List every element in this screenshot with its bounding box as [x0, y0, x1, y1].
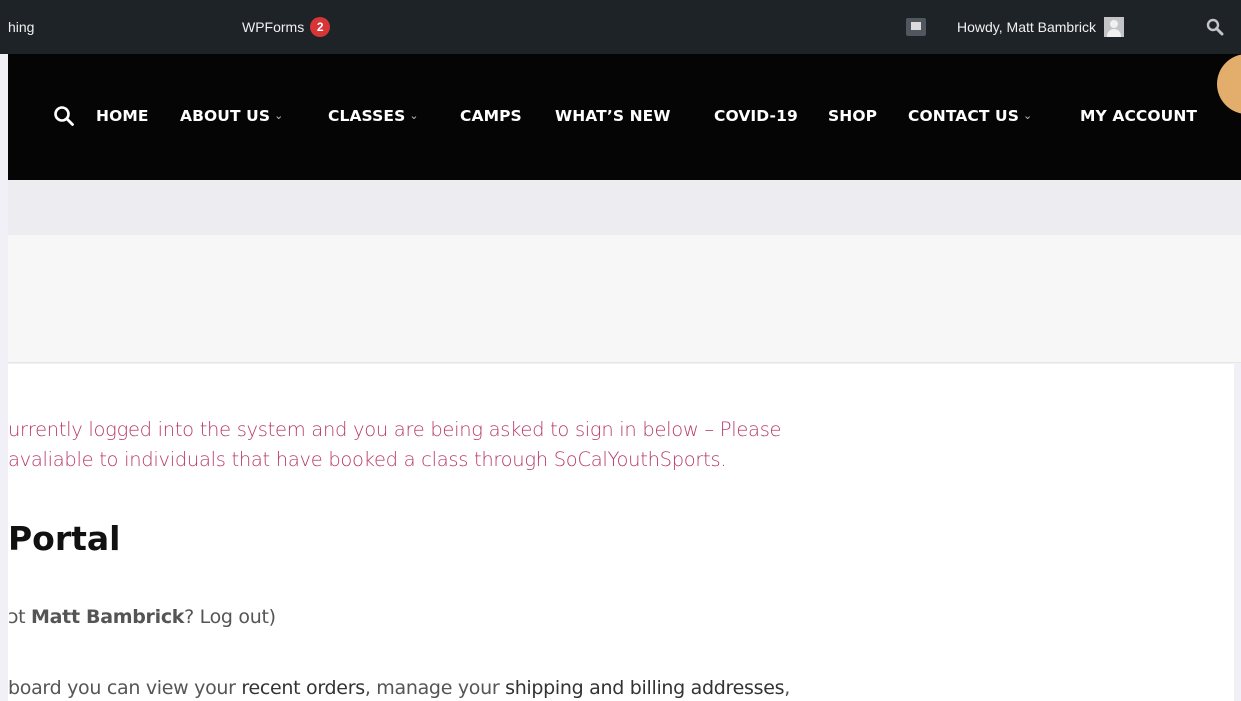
- dashboard-mid: , manage your: [364, 677, 506, 699]
- search-icon: [1206, 18, 1224, 36]
- admin-bar-account[interactable]: Howdy, Matt Bambrick: [957, 0, 1124, 54]
- greeting-suffix: ): [268, 606, 276, 628]
- nav-item-shop[interactable]: SHOP: [828, 106, 877, 126]
- admin-bar-partial-label: hing: [8, 19, 35, 35]
- search-icon[interactable]: [53, 105, 75, 127]
- nav-item-label: SHOP: [828, 107, 878, 125]
- chevron-down-icon: ⌄: [274, 109, 284, 122]
- nav-item-contact-us[interactable]: CONTACT US ⌄: [908, 106, 1032, 126]
- notice-line-1: urrently logged into the system and you …: [8, 418, 782, 441]
- admin-bar-wpforms[interactable]: WPForms 2: [242, 0, 331, 54]
- nav-item-label: WHAT’S NEW: [555, 107, 671, 125]
- nav-item-my-account[interactable]: MY ACCOUNT: [1080, 106, 1197, 126]
- nav-item-label: CAMPS: [460, 107, 522, 125]
- nav-item-home[interactable]: HOME: [96, 106, 149, 126]
- account-content: urrently logged into the system and you …: [8, 364, 1234, 701]
- nav-item-label: ABOUT US: [180, 107, 271, 125]
- wpforms-label: WPForms: [242, 19, 305, 35]
- admin-bar-item-partial[interactable]: hing: [8, 0, 34, 54]
- chevron-down-icon: ⌄: [409, 109, 419, 122]
- logout-link[interactable]: Log out: [200, 606, 269, 628]
- nav-item-label: CLASSES: [328, 107, 406, 125]
- nav-item-classes[interactable]: CLASSES ⌄: [328, 106, 419, 126]
- nav-item-label: HOME: [96, 107, 149, 125]
- howdy-label: Howdy, Matt Bambrick: [957, 19, 1096, 35]
- dashboard-suffix: ,: [784, 677, 790, 699]
- admin-bar-search[interactable]: [1206, 0, 1224, 54]
- nav-item-label: CONTACT US: [908, 107, 1019, 125]
- notice-line-2: avaliable to individuals that have booke…: [8, 448, 727, 471]
- addresses-link[interactable]: shipping and billing addresses: [505, 677, 784, 699]
- nav-item-label: COVID-19: [714, 107, 798, 125]
- dashboard-description: board you can view your recent orders, m…: [8, 677, 790, 699]
- greeting-mid: ?: [184, 606, 200, 628]
- greeting-prefix: ɔt: [8, 606, 32, 628]
- page-title-band: [8, 235, 1241, 363]
- page-title: Portal: [8, 519, 121, 558]
- page-header-band: [8, 180, 1241, 235]
- chevron-down-icon: ⌄: [1022, 109, 1033, 122]
- avatar: [1104, 17, 1124, 37]
- admin-bar: hing WPForms 2 Howdy, Matt Bambrick: [0, 0, 1241, 54]
- comment-icon: [906, 18, 926, 36]
- nav-item-camps[interactable]: CAMPS: [460, 106, 522, 126]
- login-notice: urrently logged into the system and you …: [8, 415, 782, 475]
- nav-item-about-us[interactable]: ABOUT US ⌄: [180, 106, 283, 126]
- admin-bar-comments[interactable]: [906, 0, 926, 54]
- main-navigation: HOME ABOUT US ⌄ CLASSES ⌄ CAMPS WHAT’S N…: [8, 54, 1241, 180]
- greeting-user-name: Matt Bambrick: [31, 606, 185, 628]
- greeting-text: ɔt Matt Bambrick? Log out): [8, 606, 276, 628]
- nav-item-label: MY ACCOUNT: [1080, 107, 1198, 125]
- recent-orders-link[interactable]: recent orders: [241, 677, 365, 699]
- dashboard-prefix: board you can view your: [8, 677, 242, 699]
- wpforms-count-badge: 2: [310, 17, 331, 37]
- nav-item-covid-19[interactable]: COVID-19: [714, 106, 798, 126]
- nav-item-whats-new[interactable]: WHAT’S NEW: [555, 106, 671, 126]
